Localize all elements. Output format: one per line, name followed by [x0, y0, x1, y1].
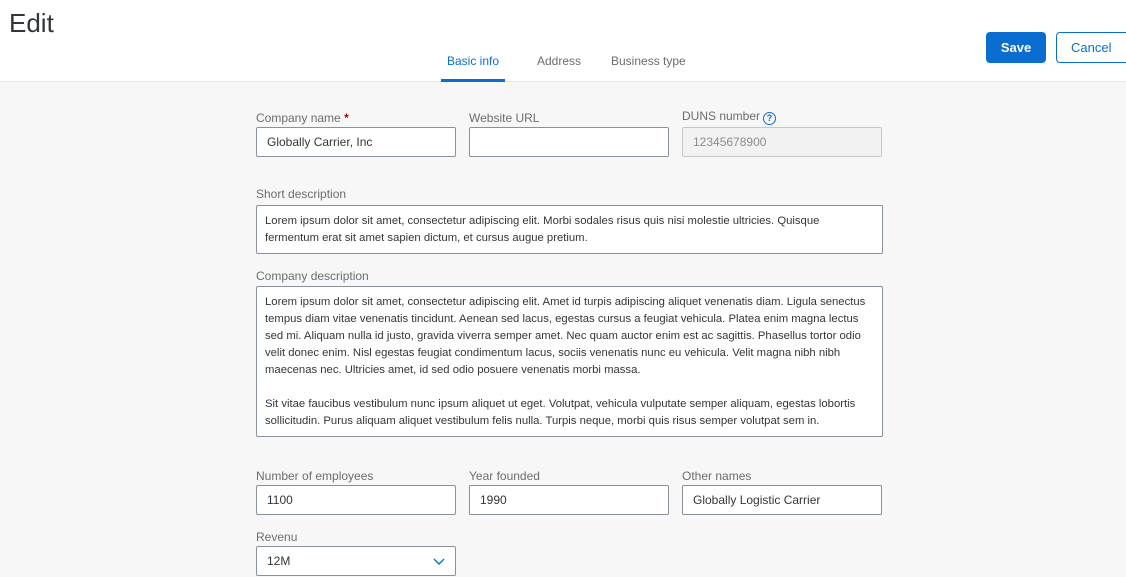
- cancel-button[interactable]: Cancel: [1056, 32, 1126, 63]
- revenue-value: 12M: [267, 554, 291, 568]
- company-description-textarea[interactable]: Lorem ipsum dolor sit amet, consectetur …: [256, 286, 883, 437]
- company-name-input[interactable]: Globally Carrier, Inc: [256, 127, 456, 157]
- company-name-label: Company name *: [256, 111, 349, 125]
- year-founded-label: Year founded: [469, 469, 540, 483]
- revenue-select[interactable]: 12M: [256, 546, 456, 576]
- short-description-label: Short description: [256, 187, 347, 201]
- required-mark: *: [344, 111, 349, 125]
- other-names-label: Other names: [682, 469, 752, 483]
- company-description-paragraph: Sit vitae faucibus vestibulum nunc ipsum…: [265, 398, 856, 427]
- tab-business-type[interactable]: Business type: [611, 54, 686, 82]
- website-url-label: Website URL: [469, 111, 540, 125]
- duns-number-label-text: DUNS number: [682, 109, 761, 123]
- tab-address[interactable]: Address: [537, 54, 581, 82]
- help-circle-icon[interactable]: ?: [763, 112, 777, 125]
- revenue-label: Revenu: [256, 530, 298, 544]
- short-description-text: Lorem ipsum dolor sit amet, consectetur …: [265, 215, 820, 244]
- tab-basic-info[interactable]: Basic info: [441, 54, 505, 82]
- employees-label: Number of employees: [256, 469, 374, 483]
- company-name-label-text: Company name: [256, 111, 341, 125]
- page-header: Edit Basic info Address Business type Sa…: [0, 0, 1126, 82]
- other-names-input[interactable]: Globally Logistic Carrier: [682, 485, 882, 515]
- duns-number-input: 12345678900: [682, 127, 882, 157]
- short-description-textarea[interactable]: Lorem ipsum dolor sit amet, consectetur …: [256, 205, 883, 254]
- company-description-paragraph: Lorem ipsum dolor sit amet, consectetur …: [265, 296, 866, 376]
- page-title: Edit: [9, 8, 54, 38]
- chevron-down-icon[interactable]: [433, 556, 445, 566]
- website-url-input[interactable]: [469, 127, 669, 157]
- year-founded-input[interactable]: 1990: [469, 485, 669, 515]
- company-description-label: Company description: [256, 269, 369, 283]
- employees-input[interactable]: 1100: [256, 485, 456, 515]
- duns-number-label: DUNS number?: [682, 109, 777, 125]
- save-button[interactable]: Save: [986, 32, 1046, 63]
